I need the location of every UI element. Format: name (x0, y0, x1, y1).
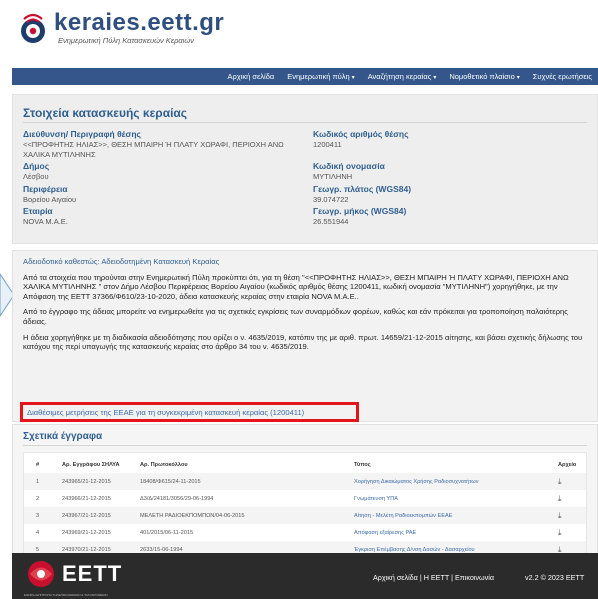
download-icon[interactable]: ⤓ (558, 477, 562, 487)
row-reg: 243965/21-12-2015 (62, 478, 111, 485)
nav-faq[interactable]: Συχνές ερωτήσεις (533, 72, 592, 81)
details-right-column: Κωδικός αριθμός θέσης 1200411 Κωδική ονο… (313, 129, 573, 229)
table-header: # Αρ. Εγγράφου ΣΗΛΥΑ Αρ. Πρωτοκόλλου Τύπ… (24, 456, 586, 473)
col-reg-header: Αρ. Εγγράφου ΣΗΛΥΑ (62, 461, 120, 468)
chevron-down-icon: ▾ (516, 75, 520, 81)
row-num: 5 (36, 546, 40, 553)
table-row: 3 243967/21-12-2015 ΜΕΛΕΤΗ ΡΑΔΙΟΕΚΠΟΜΠΩΝ… (24, 507, 586, 524)
code-name-value: ΜΥΤΙΛΗΝΗ (313, 172, 353, 181)
measurements-link[interactable]: Διαθέσιμες μετρήσεις της ΕΕΑΕ για τη συγ… (27, 408, 304, 417)
nav-legal-framework[interactable]: Νομοθετικό πλαίσιο ▾ (449, 72, 519, 81)
row-prot: Δ3/Δ/24181/3056/29-06-1994 (140, 495, 214, 502)
nav-info-portal[interactable]: Ενημερωτική πύλη ▾ (287, 72, 354, 81)
documents-table: # Αρ. Εγγράφου ΣΗΛΥΑ Αρ. Πρωτοκόλλου Τύπ… (23, 452, 587, 562)
table-row: 4 243969/21-12-2015 401/2015/06-11-2015 … (24, 524, 586, 541)
licence-status-value: Αδειοδοτημένη Κατασκευή Κεραίας (101, 257, 220, 266)
eett-logo[interactable]: ΕΕΤΤ (24, 559, 122, 589)
logo-title: keraies.eett.gr (54, 9, 225, 36)
company-value: NOVA M.A.E. (23, 217, 68, 226)
nav-home[interactable]: Αρχική σελίδα (227, 72, 274, 81)
site-logo[interactable]: keraies.eett.gr Ενημερωτική Πύλη Κατασκε… (16, 10, 224, 45)
region-label: Περιφέρεια (23, 183, 68, 194)
code-name-label: Κωδική ονομασία (313, 161, 385, 171)
row-prot: 2633/15-06-1994 (140, 546, 183, 553)
col-prot-header: Αρ. Πρωτοκόλλου (140, 461, 188, 468)
row-reg: 243970/21-12-2015 (62, 546, 111, 553)
related-documents-panel: Σχετικά έγγραφα # Αρ. Εγγράφου ΣΗΛΥΑ Αρ.… (12, 424, 598, 564)
footer-links[interactable]: Αρχική σελίδα | Η ΕΕΤΤ | Επικοινωνία (373, 573, 494, 582)
licence-status: Αδειοδοτικό καθεστώς: Αδειοδοτημένη Κατα… (23, 257, 587, 267)
licence-panel: Αδειοδοτικό καθεστώς: Αδειοδοτημένη Κατα… (12, 250, 598, 422)
download-icon[interactable]: ⤓ (558, 494, 562, 504)
row-num: 2 (36, 495, 40, 502)
col-type-header: Τύπος (354, 461, 371, 468)
documents-title: Σχετικά έγγραφα (23, 431, 103, 442)
row-type-link[interactable]: Απόφαση εξαίρεσης ΡΑΕ (354, 530, 416, 536)
row-num: 3 (36, 512, 40, 519)
row-reg: 243966/21-12-2015 (62, 495, 111, 502)
row-num: 4 (36, 529, 40, 536)
row-prot: ΜΕΛΕΤΗ ΡΑΔΙΟΕΚΠΟΜΠΩΝ/04-06-2015 (140, 512, 245, 519)
latitude-value: 39.074722 (313, 194, 349, 204)
nav-antenna-search[interactable]: Αναζήτηση κεραίας ▾ (368, 72, 437, 81)
eett-emblem-icon (28, 561, 54, 587)
page-title: Στοιχεία κατασκευής κεραίας (23, 106, 188, 120)
municipality-value: Λέσβου (23, 172, 49, 181)
row-prot: 401/2015/06-11-2015 (140, 529, 194, 536)
table-row: 2 243966/21-12-2015 Δ3/Δ/24181/3056/29-0… (24, 490, 586, 507)
footer-version: v2.2 © 2023 EETT (525, 573, 585, 582)
row-num: 1 (36, 478, 40, 485)
row-reg: 243969/21-12-2015 (62, 529, 111, 536)
row-prot: 18408/Φ615/24-11-2015 (140, 478, 201, 485)
antenna-details-panel: Στοιχεία κατασκευής κεραίας Διεύθυνση/ Π… (12, 94, 598, 244)
longitude-label: Γεωγρ. μήκος (WGS84) (313, 206, 407, 216)
row-reg: 243967/21-12-2015 (62, 512, 111, 519)
licence-text: Αδειοδοτικό καθεστώς: Αδειοδοτημένη Κατα… (23, 257, 587, 358)
position-code-label: Κωδικός αριθμός θέσης (313, 129, 409, 139)
row-type-link[interactable]: Αίτηση - Μελέτη Ραδιοεκπομπών ΕΕΑΕ (354, 513, 452, 519)
position-code-value: 1200411 (313, 140, 342, 149)
row-type-link[interactable]: Γνωμάτευση ΥΠΑ (354, 496, 398, 502)
table-row: 1 243965/21-12-2015 18408/Φ615/24-11-201… (24, 473, 586, 490)
divider (23, 445, 587, 446)
licence-status-label: Αδειοδοτικό καθεστώς: (23, 257, 100, 266)
longitude-value: 26.551944 (313, 217, 349, 226)
chevron-down-icon: ▾ (433, 75, 437, 81)
licence-paragraph-2: Από το έγγραφο της άδειας μπορείτε να εν… (23, 307, 568, 326)
site-header: keraies.eett.gr Ενημερωτική Πύλη Κατασκε… (0, 0, 598, 70)
company-label: Εταιρία (23, 206, 53, 216)
latitude-label: Γεωγρ. πλάτος (WGS84) (313, 183, 412, 194)
site-footer: ΕΕΤΤ ΕΘΝΙΚΗ ΕΠΙΤΡΟΠΗ ΤΗΛΕΠΙΚΟΙΝΩΝΙΩΝ & Τ… (12, 553, 598, 599)
address-value: <<ΠΡΟΦΗΤΗΣ ΗΛΙΑΣ>>, ΘΕΣΗ ΜΠΑΙΡΗ Ή ΠΛΑΤΥ … (23, 140, 284, 159)
download-icon[interactable]: ⤓ (558, 528, 562, 538)
row-type-link[interactable]: Έγκριση Επέμβασης Δ/νση Δασών - Δασαρχεί… (354, 547, 475, 553)
details-left-column: Διεύθυνση/ Περιγραφή θέσης <<ΠΡΟΦΗΤΗΣ ΗΛ… (23, 129, 303, 229)
address-label: Διεύθυνση/ Περιγραφή θέσης (23, 129, 141, 139)
eett-logo-text: ΕΕΤΤ (62, 561, 123, 586)
col-file-header: Αρχείο (558, 461, 577, 468)
divider (23, 122, 587, 123)
col-num-header: # (36, 461, 40, 468)
main-navbar: Αρχική σελίδα Ενημερωτική πύλη ▾ Αναζήτησ… (12, 68, 598, 85)
licence-paragraph-1: Από τα στοιχεία που τηρούνται στην Ενημε… (23, 272, 569, 301)
chevron-down-icon: ▾ (351, 75, 355, 81)
licence-paragraph-3: Η άδεια χορηγήθηκε με τη διαδικασία αδει… (23, 332, 583, 352)
logo-subtitle: Ενημερωτική Πύλη Κατασκευών Κεραιών (58, 36, 194, 45)
eett-full-name: ΕΘΝΙΚΗ ΕΠΙΤΡΟΠΗ ΤΗΛΕΠΙΚΟΙΝΩΝΙΩΝ & ΤΑΧΥΔΡ… (24, 593, 108, 597)
antenna-logo-icon (21, 13, 45, 43)
region-value: Βορείου Αιγαίου (23, 194, 77, 204)
municipality-label: Δήμος (23, 161, 50, 171)
download-icon[interactable]: ⤓ (558, 511, 562, 521)
row-type-link[interactable]: Χορήγηση Δικαιώματος Χρήσης Ραδιοσυχνοτή… (354, 479, 479, 485)
